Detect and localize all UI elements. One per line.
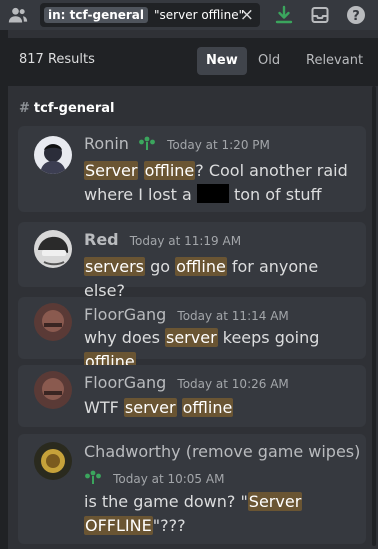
search-query[interactable]: "server offline"	[154, 8, 244, 22]
message-author[interactable]: Ronin	[84, 134, 129, 153]
search-highlight: OFFLINE	[84, 516, 153, 535]
search-highlight: offline	[175, 257, 227, 276]
search-highlight: offline	[181, 398, 234, 417]
redacted-block	[196, 184, 229, 203]
message-timestamp: Today at 11:14 AM	[177, 309, 289, 323]
search-input[interactable]: in: tcf-general "server offline" ×	[40, 3, 260, 27]
search-highlight: server	[123, 398, 177, 417]
message-text	[177, 398, 182, 417]
message-text: keeps going	[217, 328, 320, 347]
message-timestamp: Today at 1:20 PM	[167, 138, 270, 152]
search-result-message[interactable]: FloorGang Today at 10:26 AM WTF server o…	[18, 365, 366, 427]
download-icon[interactable]	[274, 5, 294, 25]
results-count: 817 Results	[19, 52, 95, 67]
sort-new-button[interactable]: New	[197, 47, 247, 75]
search-result-message[interactable]: Red Today at 11:19 AM servers go offline…	[18, 222, 366, 300]
message-text	[138, 161, 143, 180]
sprout-badge-icon	[139, 136, 155, 150]
help-icon[interactable]: ?	[346, 5, 366, 25]
message-content: Server offline? Cool another raid where …	[84, 159, 358, 207]
message-text: is the game down? "	[84, 492, 248, 511]
message-author[interactable]: FloorGang	[84, 373, 166, 392]
message-author[interactable]: Chadworthy (remove game wipes)	[84, 442, 360, 461]
avatar[interactable]	[34, 303, 72, 341]
clear-search-icon[interactable]: ×	[240, 5, 254, 25]
panel-edge	[0, 30, 8, 549]
message-text: ton of stuff	[228, 185, 322, 204]
message-text: go	[144, 257, 176, 276]
search-highlight: Server	[84, 161, 139, 180]
channel-label[interactable]: # tcf-general	[19, 101, 114, 116]
inbox-icon[interactable]	[310, 5, 330, 25]
search-highlight: Server	[247, 492, 303, 511]
search-result-message[interactable]: FloorGang Today at 11:14 AM why does ser…	[18, 297, 366, 371]
message-content: servers go offline for anyone else?	[84, 255, 358, 303]
message-content: WTF server offline	[84, 396, 358, 420]
message-author[interactable]: Red	[84, 230, 119, 249]
channel-hash-icon: #	[19, 101, 30, 116]
sort-old-button[interactable]: Old	[249, 47, 289, 75]
scrollbar[interactable]	[372, 86, 376, 546]
avatar[interactable]	[34, 230, 72, 268]
search-highlight: server	[165, 328, 218, 347]
message-text: WTF	[84, 398, 124, 417]
avatar[interactable]	[34, 371, 72, 409]
search-toolbar: in: tcf-general "server offline" × ?	[0, 0, 378, 30]
message-timestamp: Today at 11:19 AM	[129, 234, 242, 248]
message-content: is the game down? "Server OFFLINE"???	[84, 490, 358, 538]
search-highlight: offline	[143, 161, 196, 180]
search-result-message[interactable]: Ronin Today at 1:20 PM Server offline? C…	[18, 126, 366, 212]
message-text: "???	[152, 516, 186, 535]
search-filter-chip[interactable]: in: tcf-general	[44, 7, 149, 23]
channel-name[interactable]: tcf-general	[34, 101, 115, 116]
message-timestamp: Today at 10:05 AM	[113, 472, 225, 486]
avatar[interactable]	[34, 442, 72, 480]
svg-text:?: ?	[352, 9, 360, 24]
members-icon[interactable]	[8, 6, 28, 24]
search-result-message[interactable]: Chadworthy (remove game wipes) Today at …	[18, 434, 366, 544]
message-timestamp: Today at 10:26 AM	[177, 377, 289, 391]
sort-relevant-button[interactable]: Relevant	[297, 47, 372, 75]
message-author[interactable]: FloorGang	[84, 305, 166, 324]
sprout-badge-icon	[85, 470, 101, 484]
message-text: why does	[84, 328, 165, 347]
avatar[interactable]	[34, 136, 72, 174]
search-highlight: servers	[84, 257, 145, 276]
